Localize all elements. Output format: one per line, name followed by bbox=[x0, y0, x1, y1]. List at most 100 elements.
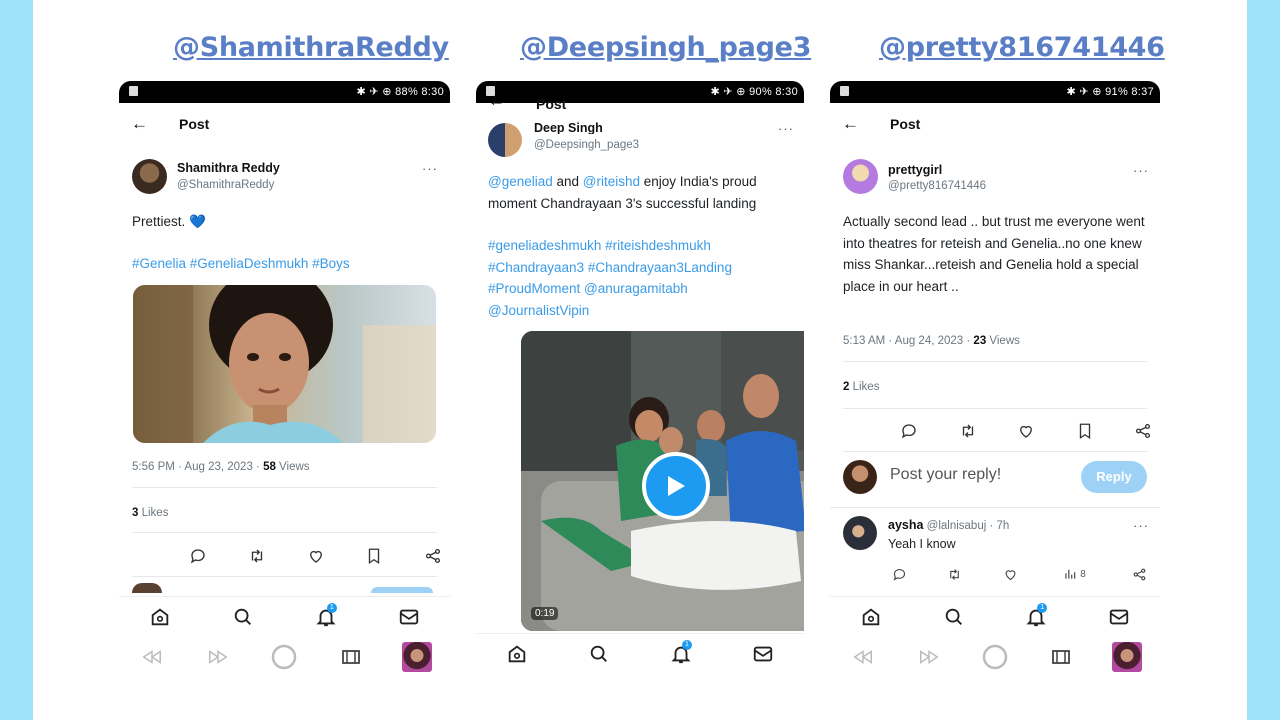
avatar[interactable] bbox=[488, 123, 522, 157]
views-stat[interactable]: 8 bbox=[1055, 563, 1095, 585]
reply-icon[interactable] bbox=[187, 545, 209, 567]
timestamp-text: 5:56 PM · Aug 23, 2023 · bbox=[132, 461, 264, 473]
notification-badge: 1 bbox=[682, 640, 692, 650]
messages-envelope-icon[interactable] bbox=[748, 639, 778, 669]
reply-avatar[interactable] bbox=[843, 516, 877, 550]
divider bbox=[830, 507, 1160, 508]
play-button[interactable] bbox=[642, 452, 710, 520]
rewind-icon[interactable] bbox=[848, 642, 878, 672]
avatar[interactable] bbox=[843, 159, 878, 194]
status-text: ✱ ✈ ⊕ 88% 8:30 bbox=[356, 86, 444, 98]
messages-envelope-icon[interactable] bbox=[394, 602, 424, 632]
post-hashtags[interactable]: #Genelia #GeneliaDeshmukh #Boys bbox=[132, 253, 432, 275]
rewind-icon[interactable] bbox=[137, 642, 167, 672]
handle-title-2[interactable]: @Deepsingh_page3 bbox=[520, 32, 811, 63]
more-options-icon[interactable]: ··· bbox=[422, 161, 438, 176]
reply-button-partial[interactable] bbox=[371, 587, 433, 593]
home-icon[interactable] bbox=[856, 602, 886, 632]
reply-text: Yeah I know bbox=[888, 537, 956, 551]
divider bbox=[132, 576, 437, 577]
search-icon[interactable] bbox=[939, 602, 969, 632]
views-count: 23 bbox=[973, 335, 987, 347]
tabs-icon[interactable] bbox=[1046, 642, 1076, 672]
forward-icon[interactable] bbox=[914, 642, 944, 672]
notifications-bell-icon[interactable]: 1 bbox=[311, 602, 341, 632]
author-handle[interactable]: @pretty816741446 bbox=[888, 180, 986, 192]
author-name[interactable]: prettygirl bbox=[888, 163, 942, 177]
author-handle[interactable]: @ShamithraReddy bbox=[177, 179, 274, 191]
loading-circle-icon[interactable] bbox=[269, 642, 299, 672]
post-text: Prettiest. 💙 bbox=[132, 211, 432, 233]
tabs-icon[interactable] bbox=[336, 642, 366, 672]
forward-icon[interactable] bbox=[203, 642, 233, 672]
repost-icon[interactable] bbox=[944, 563, 966, 585]
views-label: Views bbox=[275, 461, 310, 473]
loading-circle-icon[interactable] bbox=[980, 642, 1010, 672]
reply-avatar bbox=[132, 583, 162, 593]
avatar[interactable] bbox=[132, 159, 167, 194]
profile-avatar[interactable] bbox=[1112, 642, 1142, 672]
likes-row[interactable]: 2 Likes bbox=[843, 381, 879, 393]
back-arrow-icon[interactable]: ← bbox=[842, 114, 859, 134]
repost-icon[interactable] bbox=[246, 545, 268, 567]
play-icon bbox=[668, 476, 685, 496]
post-hashtags[interactable]: #geneliadeshmukh #riteishdeshmukh #Chand… bbox=[488, 235, 778, 321]
more-options-icon[interactable]: ··· bbox=[778, 121, 794, 136]
views-count: 58 bbox=[263, 461, 276, 473]
author-name[interactable]: Deep Singh bbox=[534, 121, 603, 134]
author-name[interactable]: Shamithra Reddy bbox=[177, 161, 280, 175]
phone-screen-3: ✱ ✈ ⊕ 91% 8:37 ← Post prettygirl @pretty… bbox=[830, 81, 1160, 691]
divider bbox=[843, 451, 1147, 452]
home-icon[interactable] bbox=[502, 639, 532, 669]
author-handle[interactable]: @Deepsingh_page3 bbox=[534, 139, 639, 151]
action-bar bbox=[187, 545, 444, 567]
reply-icon[interactable] bbox=[898, 420, 920, 442]
like-heart-icon[interactable] bbox=[305, 545, 327, 567]
page-title: Post bbox=[890, 116, 921, 132]
share-icon[interactable] bbox=[1132, 420, 1154, 442]
status-text: ✱ ✈ ⊕ 91% 8:37 bbox=[1066, 86, 1154, 98]
more-options-icon[interactable]: ··· bbox=[1133, 163, 1149, 178]
like-heart-icon[interactable] bbox=[999, 563, 1021, 585]
reply-handle[interactable]: @lalnisabuj · 7h bbox=[923, 520, 1010, 532]
handle-title-3[interactable]: @pretty816741446 bbox=[879, 32, 1165, 63]
divider bbox=[132, 487, 437, 488]
repost-icon[interactable] bbox=[957, 420, 979, 442]
reply-views: 8 bbox=[1080, 568, 1086, 580]
notifications-bell-icon[interactable]: 1 bbox=[666, 639, 696, 669]
share-icon[interactable] bbox=[422, 545, 444, 567]
likes-row[interactable]: 3 Likes bbox=[132, 507, 168, 519]
mention-riteishd[interactable]: @riteishd bbox=[583, 174, 640, 189]
reply-input[interactable]: Post your reply! bbox=[890, 466, 1001, 484]
home-icon[interactable] bbox=[145, 602, 175, 632]
post-header: ← Post bbox=[830, 105, 1160, 145]
more-options-icon[interactable]: ··· bbox=[1133, 518, 1149, 533]
profile-avatar[interactable] bbox=[401, 642, 432, 672]
reply-author[interactable]: aysha bbox=[888, 518, 923, 532]
messages-envelope-icon[interactable] bbox=[1104, 602, 1134, 632]
bookmark-icon[interactable] bbox=[1074, 420, 1096, 442]
notifications-bell-icon[interactable]: 1 bbox=[1021, 602, 1051, 632]
bottom-nav: 1 bbox=[119, 596, 450, 637]
like-heart-icon[interactable] bbox=[1015, 420, 1037, 442]
page-title: Post bbox=[179, 116, 210, 132]
search-icon[interactable] bbox=[228, 602, 258, 632]
bottom-nav: 1 bbox=[476, 633, 804, 674]
reply-header: aysha @lalnisabuj · 7h bbox=[888, 518, 1009, 532]
views-label: Views bbox=[986, 335, 1020, 347]
post-image[interactable] bbox=[133, 285, 436, 443]
handle-title-1[interactable]: @ShamithraReddy bbox=[173, 32, 449, 63]
bottom-nav: 1 bbox=[830, 596, 1160, 637]
share-icon[interactable] bbox=[1128, 563, 1150, 585]
search-icon[interactable] bbox=[584, 639, 614, 669]
mention-geneliad[interactable]: @geneliad bbox=[488, 174, 553, 189]
bookmark-icon[interactable] bbox=[363, 545, 385, 567]
page-title: Post bbox=[536, 96, 567, 112]
likes-label: Likes bbox=[138, 507, 169, 519]
reply-icon[interactable] bbox=[888, 563, 910, 585]
post-header: ← Post bbox=[119, 105, 450, 145]
reply-composer-avatar bbox=[843, 460, 877, 494]
reply-button[interactable]: Reply bbox=[1081, 461, 1147, 493]
back-arrow-icon[interactable]: ← bbox=[131, 114, 148, 134]
back-arrow-icon[interactable]: ← bbox=[488, 95, 505, 111]
